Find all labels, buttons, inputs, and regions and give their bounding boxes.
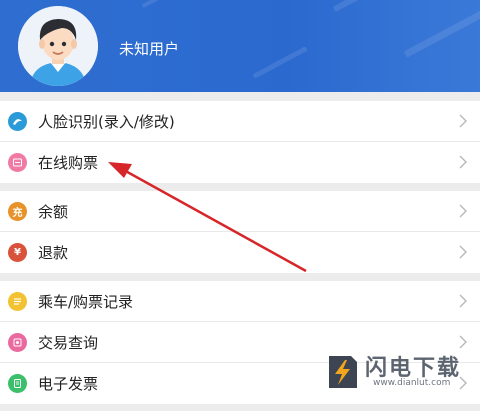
watermark: 闪电下载 www.dianlut.com [325,350,475,396]
lightning-logo-icon [329,356,357,388]
watermark-url: www.dianlut.com [373,378,451,388]
